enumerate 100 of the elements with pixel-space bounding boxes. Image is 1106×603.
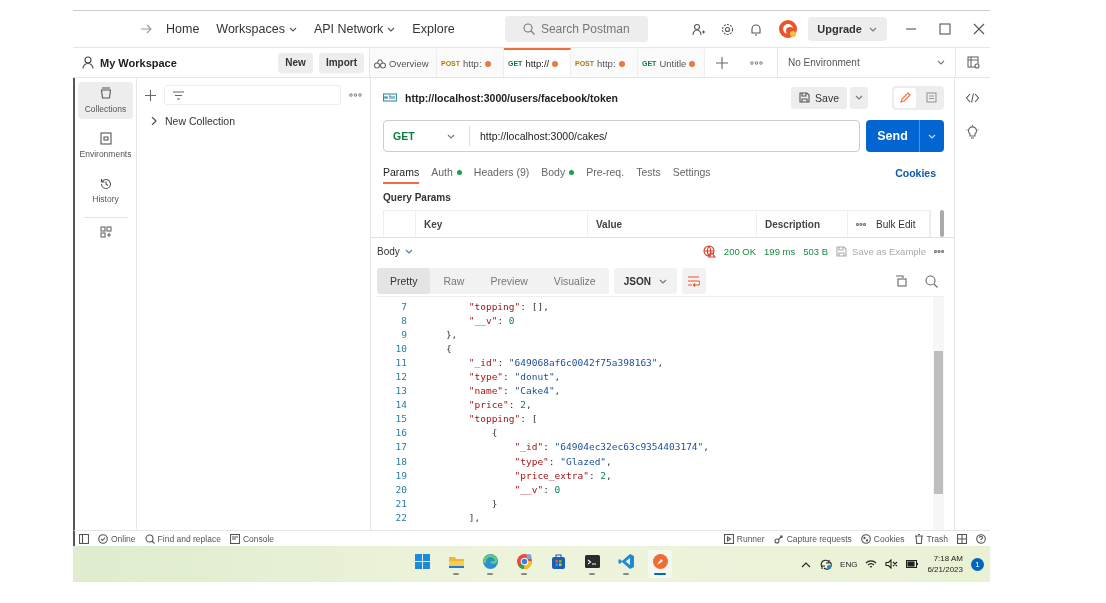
column-header: Value [588,211,757,237]
column-header: Key [416,211,588,237]
line-number: 20 [394,483,407,495]
layout-icon[interactable] [957,533,967,544]
scrollbar-thumb[interactable] [934,351,943,494]
close-icon[interactable] [972,23,985,35]
more-icon[interactable] [856,222,866,226]
unsaved-dot [552,60,559,67]
status-bar-item[interactable]: Online [98,533,136,544]
search-icon[interactable] [925,274,938,288]
plug-icon [773,533,784,544]
nav-menu-item[interactable]: Explore [412,22,455,36]
history-icon [98,177,113,191]
copy-icon[interactable] [895,274,907,287]
request-tab[interactable]: Tests [636,162,661,184]
line-number: 19 [394,469,407,481]
request-tab[interactable]: Settings [672,162,711,184]
filter-field[interactable] [164,85,341,105]
bulk-edit-link[interactable]: Bulk Edit [876,218,916,230]
sidebar-item[interactable]: Collections [78,82,133,119]
sidebar-item[interactable]: History [78,172,133,209]
view-tab[interactable]: Raw [430,268,478,294]
plus-icon[interactable] [716,56,728,69]
status-bar-item[interactable]: Console [229,533,275,544]
sync-cloud-icon[interactable] [819,558,833,570]
format-dropdown[interactable]: JSON [613,268,677,294]
avatar-icon[interactable] [777,19,798,39]
status-bar-item[interactable]: Cookies [860,533,905,544]
search-field[interactable]: Search Postman [504,16,648,42]
url-field[interactable]: http://localhost:3000/cakes/ [470,130,608,142]
comment-icon [925,92,937,103]
workspace-button[interactable]: New [278,52,313,73]
request-tab[interactable]: Overview [370,48,437,77]
add-person-icon[interactable] [691,22,705,36]
apps-grid-icon[interactable] [99,226,112,238]
method-dropdown[interactable]: GET [384,126,470,146]
environment-dropdown[interactable]: No Environment [777,48,955,77]
forward-arrow-icon[interactable] [140,24,152,34]
workspace-button[interactable]: Import [318,52,364,73]
nav-menu-item[interactable]: Workspaces [216,22,297,36]
battery-icon[interactable] [906,560,920,568]
lightbulb-icon[interactable] [966,125,979,139]
notification-badge[interactable]: 1 [971,557,984,571]
request-tab[interactable]: Body [541,162,575,184]
running-indicator [623,573,629,575]
language-indicator[interactable]: ENG [840,559,858,569]
nav-menu-item[interactable]: API Network [313,22,396,36]
settings-icon[interactable] [720,22,734,36]
environment-eye-icon[interactable] [966,56,980,69]
request-tab[interactable]: Headers (9) [473,162,530,184]
more-icon[interactable] [934,249,944,253]
pencil-icon [899,92,911,103]
more-icon[interactable] [349,93,362,97]
plus-icon[interactable] [145,89,156,101]
sidebar-toggle-icon[interactable] [79,533,89,544]
cookie-icon [860,533,871,544]
status-bar-item[interactable]: Capture requests [773,533,852,544]
status-bar-item[interactable]: Find and replace [144,533,221,544]
view-tab[interactable]: Preview [477,268,541,294]
request-tab[interactable]: Params [383,162,420,184]
save-button[interactable]: Save [791,86,847,109]
clock[interactable]: 7:18 AM 6/21/2023 [927,553,963,575]
chevron-down-icon [937,59,945,66]
chevron-up-icon[interactable] [801,560,812,568]
check-circle-icon [98,533,108,544]
more-icon[interactable] [749,60,763,65]
wrap-lines-button[interactable] [681,268,706,294]
scrollbar-thumb[interactable] [940,210,944,237]
status-bar-item[interactable]: Runner [723,533,765,544]
nav-menu-item[interactable]: Home [166,22,200,36]
chevron-right-icon[interactable] [150,117,157,125]
send-button[interactable]: Send [866,120,944,152]
unsaved-dot [689,60,696,67]
upgrade-button[interactable]: Upgrade [807,17,887,41]
cookies-link[interactable]: Cookies [895,167,944,179]
view-tab[interactable]: Pretty [377,268,431,294]
play-box-icon [723,533,734,544]
code-line: ], [467,511,481,523]
body-dropdown[interactable]: Body [377,245,413,257]
sidebar-item[interactable]: Environments [78,127,133,164]
code-icon[interactable] [966,93,979,103]
column-header: Description [757,211,848,237]
http-icon [383,91,397,104]
status-bar-item[interactable]: Trash [913,533,948,544]
speaker-muted-icon[interactable] [885,559,899,569]
collection-item[interactable]: New Collection [165,115,236,127]
help-icon[interactable] [976,533,986,544]
request-tab[interactable]: Auth [431,162,462,184]
line-number: 7 [400,300,407,312]
request-tab[interactable]: Pre-req. [586,162,625,184]
chevron-down-icon [404,247,413,255]
wifi-icon[interactable] [865,559,878,569]
binoculars-icon [374,58,386,69]
edit-toggle[interactable] [894,87,916,108]
trash-icon [913,533,924,544]
maximize-icon[interactable] [938,23,951,35]
view-tab[interactable]: Visualize [540,268,609,294]
code-line: "topping": [], [467,300,549,312]
person-icon [82,56,94,69]
bell-icon[interactable] [749,22,762,36]
